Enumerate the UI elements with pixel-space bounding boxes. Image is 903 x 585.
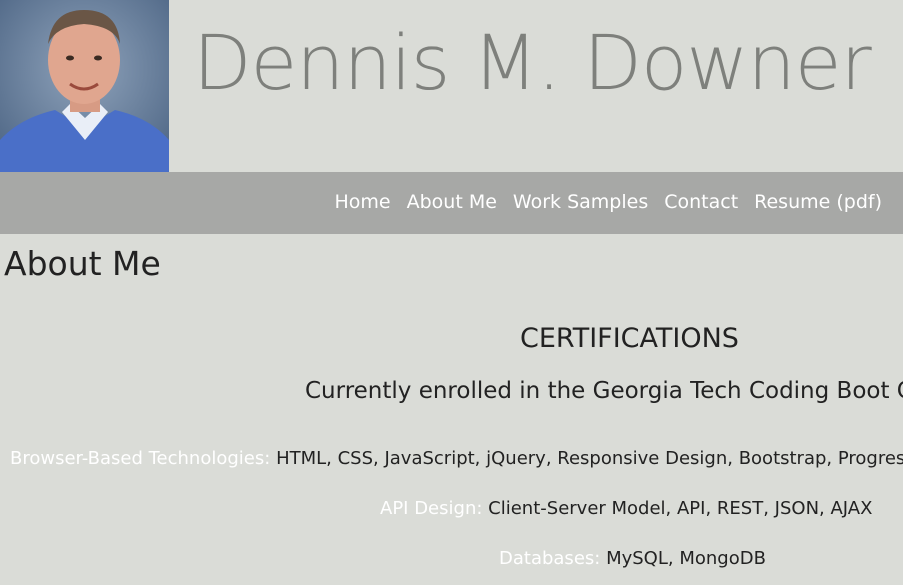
skill-label: Databases:: [499, 548, 601, 569]
skill-row-api: API Design: Client-Server Model, API, RE…: [380, 498, 872, 519]
nav-item-home: Home: [335, 191, 391, 213]
nav-item-work-samples: Work Samples: [513, 191, 648, 213]
profile-photo: [0, 0, 169, 172]
skill-value: HTML, CSS, JavaScript, jQuery, Responsiv…: [276, 448, 903, 469]
nav-item-resume: Resume (pdf): [754, 191, 882, 213]
skill-label: API Design:: [380, 498, 483, 519]
profile-photo-image: [0, 0, 169, 172]
site-header: Dennis M. Downer: [0, 0, 903, 172]
nav-item-contact: Contact: [664, 191, 738, 213]
nav-link-resume-pdf[interactable]: Resume (pdf): [754, 191, 882, 213]
skill-value: MySQL, MongoDB: [606, 548, 766, 569]
skill-row-databases: Databases: MySQL, MongoDB: [499, 548, 766, 569]
site-title: Dennis M. Downer: [193, 18, 872, 107]
skill-value: Client-Server Model, API, REST, JSON, AJ…: [488, 498, 873, 519]
nav-item-about-me: About Me: [407, 191, 497, 213]
page-title: About Me: [4, 244, 161, 283]
skill-label: Browser-Based Technologies:: [10, 448, 271, 469]
main-navigation: Home About Me Work Samples Contact Resum…: [0, 172, 903, 234]
nav-link-contact[interactable]: Contact: [664, 191, 738, 213]
nav-link-work-samples[interactable]: Work Samples: [513, 191, 648, 213]
nav-link-home[interactable]: Home: [335, 191, 391, 213]
enrollment-text: Currently enrolled in the Georgia Tech C…: [305, 378, 903, 404]
nav-list: Home About Me Work Samples Contact Resum…: [335, 191, 882, 213]
nav-link-about-me[interactable]: About Me: [407, 191, 497, 213]
skill-row-browser: Browser-Based Technologies: HTML, CSS, J…: [10, 448, 903, 469]
certifications-heading: CERTIFICATIONS: [520, 323, 739, 354]
